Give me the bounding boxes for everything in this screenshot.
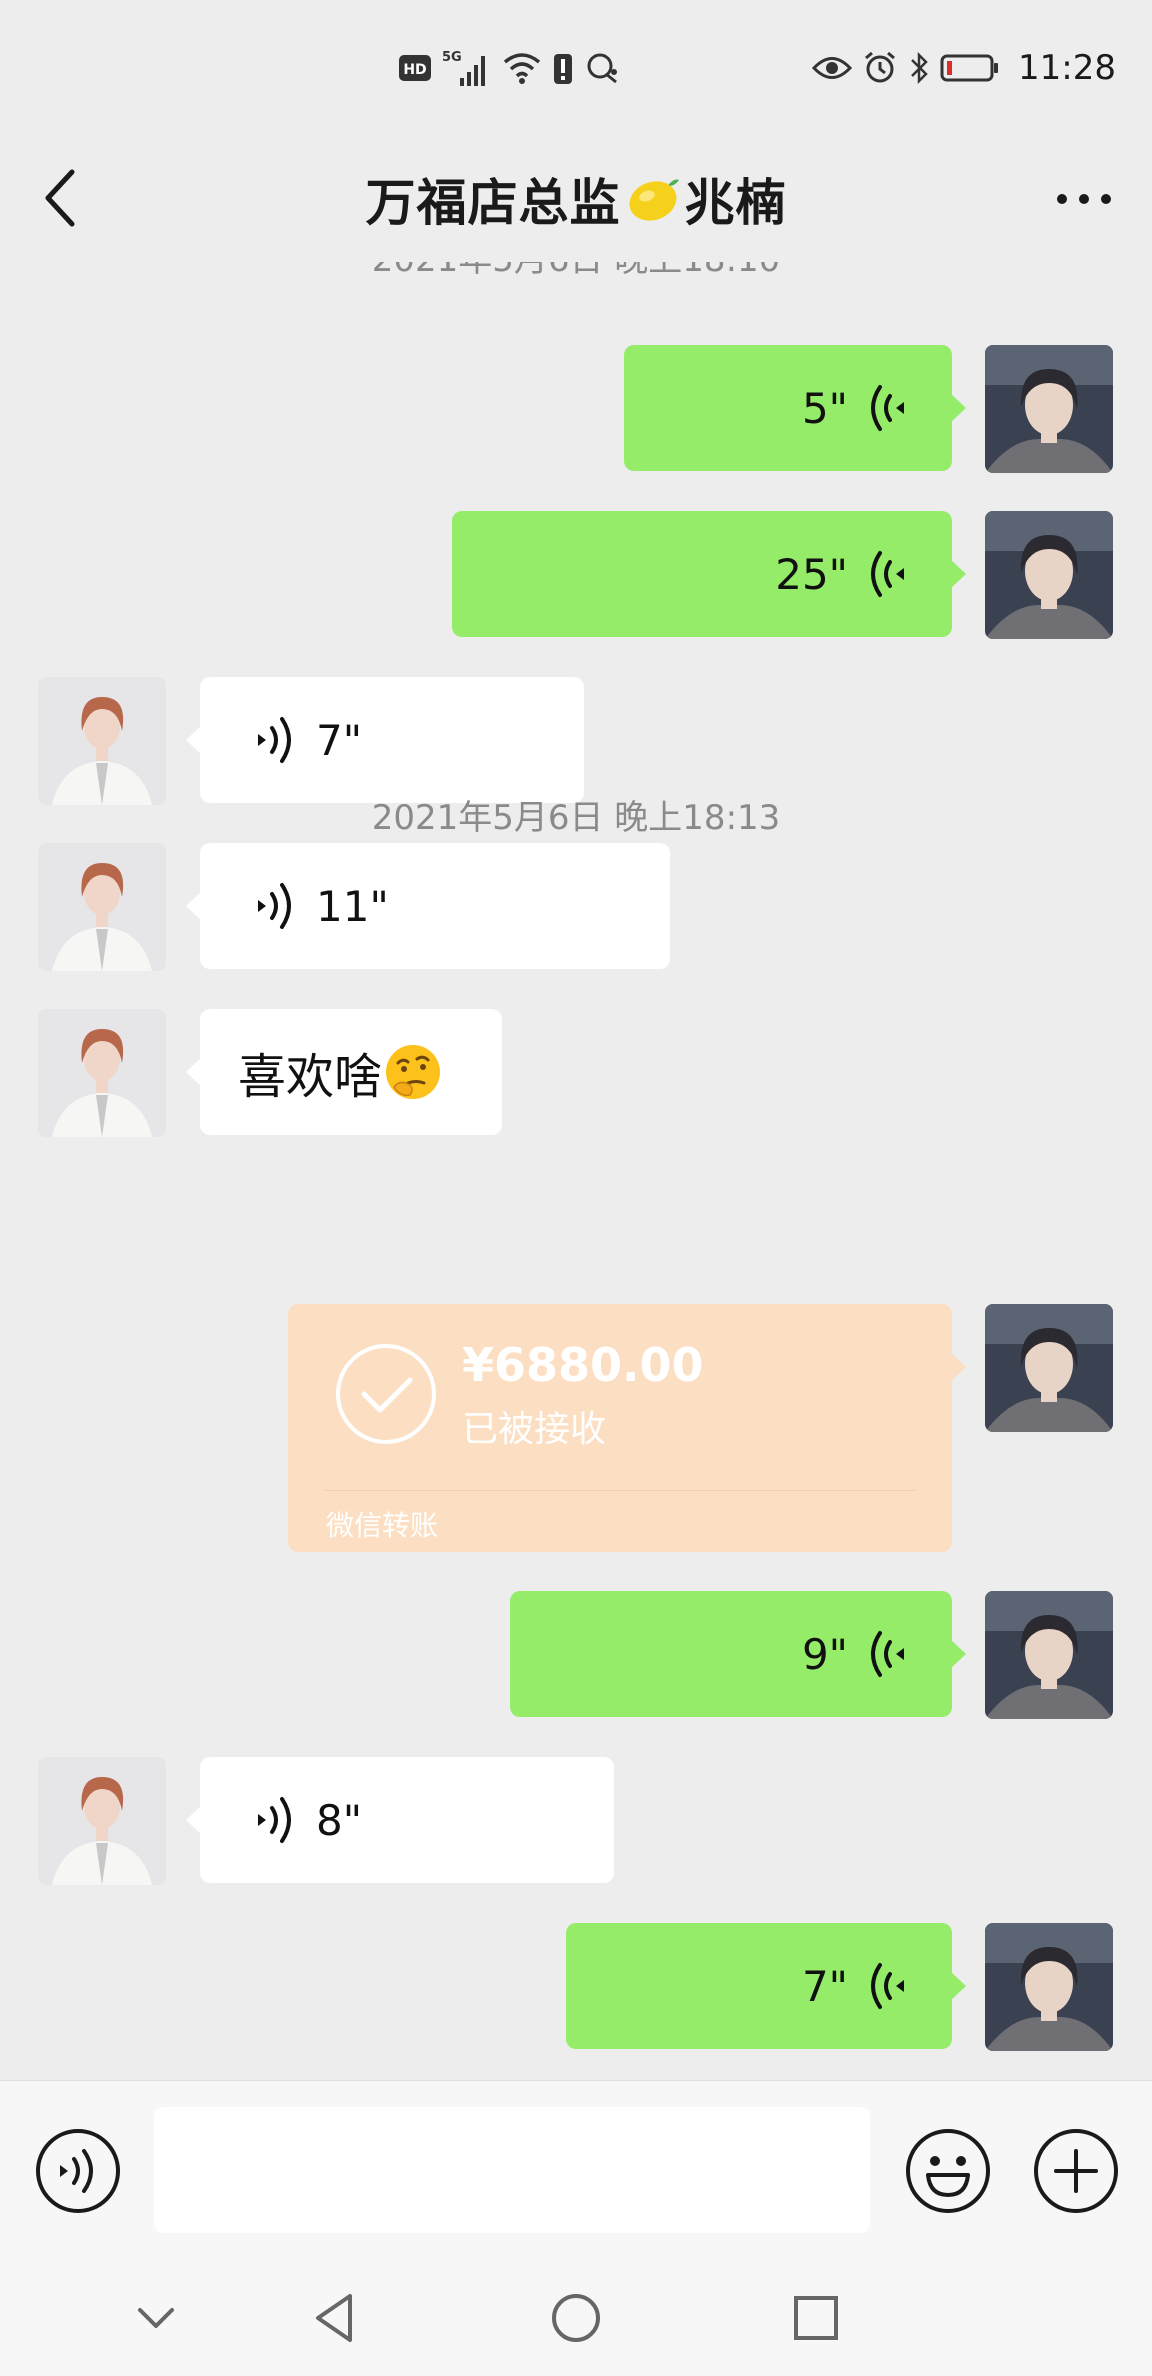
status-indicators-center: HD 5G [398, 48, 620, 88]
avatar-self[interactable] [985, 1304, 1113, 1432]
avatar-self[interactable] [985, 345, 1113, 473]
transfer-message-sent[interactable]: ¥6880.00 已被接收 微信转账 [288, 1304, 966, 1552]
svg-text:5G: 5G [442, 50, 462, 65]
voice-duration: 7" [801, 1961, 848, 2011]
message-text: 喜欢啥 [238, 1049, 383, 1105]
chat-title-name: 兆楠 [684, 174, 787, 232]
alert-icon [554, 54, 572, 84]
avatar-self[interactable] [985, 1923, 1113, 2051]
voice-duration: 25" [775, 549, 848, 599]
voice-wave-icon [871, 1631, 904, 1677]
lemon-icon [629, 179, 679, 221]
thinking-face-icon [386, 1045, 441, 1099]
svg-text:HD: HD [403, 62, 426, 78]
avatar-contact[interactable] [38, 677, 166, 805]
text-message-received[interactable]: 喜欢啥 [186, 1009, 502, 1135]
voice-wave-icon [258, 883, 291, 929]
voice-message-sent[interactable]: 9" [510, 1591, 966, 1717]
check-circle-icon [336, 1344, 436, 1444]
voice-message-received[interactable]: 11" [186, 843, 670, 969]
alarm-icon [865, 51, 895, 83]
transfer-amount: ¥6880.00 [462, 1338, 704, 1392]
eye-icon [812, 57, 853, 79]
home-circle-icon[interactable] [546, 2288, 606, 2348]
input-bar [0, 2080, 1152, 2260]
voice-wave-icon [871, 551, 904, 597]
avatar-self[interactable] [985, 1591, 1113, 1719]
emoji-icon[interactable] [904, 2127, 992, 2215]
system-navigation-bar [0, 2260, 1152, 2376]
voice-duration: 9" [801, 1629, 848, 1679]
voice-wave-icon [258, 1797, 291, 1843]
message-list[interactable]: 2021年5月6日 晚上18:10 5" 25" [0, 262, 1152, 2080]
chat-title: 万福店总监 兆楠 [0, 136, 1152, 262]
avatar-self[interactable] [985, 511, 1113, 639]
voice-duration: 7" [316, 715, 363, 765]
timestamp: 2021年5月6日 晚上18:10 [0, 262, 1152, 281]
bluetooth-icon [911, 51, 928, 85]
plus-icon[interactable] [1032, 2127, 1120, 2215]
chat-title-text: 万福店总监 [365, 174, 621, 232]
avatar-contact[interactable] [38, 1009, 166, 1137]
message-input[interactable] [154, 2107, 870, 2233]
voice-message-sent[interactable]: 25" [452, 511, 966, 637]
voice-message-received[interactable]: 7" [186, 677, 584, 803]
voice-wave-icon [258, 717, 291, 763]
timestamp: 2021年5月6日 晚上18:13 [371, 798, 781, 838]
voice-message-sent[interactable]: 5" [624, 345, 966, 471]
voice-message-received[interactable]: 8" [186, 1757, 614, 1883]
voice-duration: 8" [316, 1795, 363, 1845]
collapse-icon[interactable] [126, 2288, 186, 2348]
avatar-contact[interactable] [38, 1757, 166, 1885]
status-bar: HD 5G 11:28 [0, 0, 1152, 136]
transfer-divider [324, 1490, 916, 1491]
back-triangle-icon[interactable] [306, 2288, 366, 2348]
link-icon [587, 53, 617, 84]
signal-icon: 5G [442, 50, 485, 86]
transfer-label: 微信转账 [326, 1509, 439, 1542]
status-indicators-right: 11:28 [812, 44, 1116, 92]
battery-low-icon [940, 54, 999, 82]
hd-icon: HD [399, 55, 431, 81]
voice-wave-icon [871, 385, 904, 431]
wifi-icon [503, 53, 541, 84]
recents-square-icon[interactable] [786, 2288, 846, 2348]
transfer-status: 已被接收 [462, 1409, 607, 1450]
more-dots-icon[interactable] [1052, 172, 1116, 226]
avatar-contact[interactable] [38, 843, 166, 971]
voice-duration: 5" [801, 383, 848, 433]
voice-mode-icon[interactable] [34, 2127, 122, 2215]
chat-header: 万福店总监 兆楠 [0, 136, 1152, 262]
voice-message-sent[interactable]: 7" [566, 1923, 966, 2049]
status-time: 11:28 [1018, 48, 1116, 88]
voice-duration: 11" [316, 881, 389, 931]
voice-wave-icon [871, 1963, 904, 2009]
